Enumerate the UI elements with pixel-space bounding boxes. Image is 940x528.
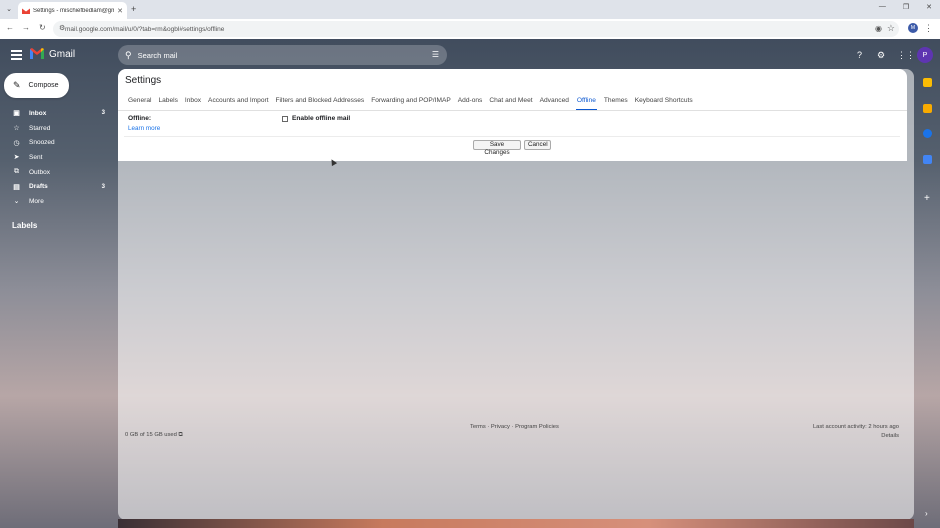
search-bar[interactable]: ⚲ Search mail ☰: [118, 45, 447, 65]
url-text: mail.google.com/mail/u/0/?tab=rm&ogbl#se…: [65, 25, 225, 33]
window-close-icon[interactable]: ✕: [926, 3, 932, 11]
tab-advanced[interactable]: Advanced: [540, 97, 569, 111]
search-input[interactable]: Search mail: [138, 51, 178, 60]
browser-tab[interactable]: Settings - mischiefbedlam@gm ✕: [18, 2, 127, 19]
main-menu-icon[interactable]: [11, 50, 22, 62]
sidebar-nav: ▣ Inbox 3 ☆ Starred ◷ Snoozed ➤ Sent ⧉ O…: [0, 106, 112, 209]
enable-offline-label[interactable]: Enable offline mail: [292, 115, 350, 122]
reload-icon[interactable]: ↻: [39, 23, 46, 32]
clock-icon: ◷: [13, 139, 20, 147]
tab-keyboard-shortcuts[interactable]: Keyboard Shortcuts: [635, 97, 693, 111]
save-button[interactable]: Save Changes: [473, 140, 521, 156]
actions-divider: [124, 136, 900, 137]
learn-more-link[interactable]: Learn more: [128, 125, 160, 132]
tab-general[interactable]: General: [128, 97, 151, 111]
gmail-wordmark: Gmail: [49, 49, 76, 60]
settings-tabs: General Labels Inbox Accounts and Import…: [128, 97, 693, 111]
account-avatar[interactable]: P: [917, 47, 933, 63]
window-controls: — ❐ ✕: [879, 3, 932, 11]
labels-heading: Labels: [12, 221, 38, 230]
expand-panel-icon[interactable]: ›: [925, 509, 928, 518]
gmail-logo-icon[interactable]: [30, 48, 44, 59]
sidebar-item-drafts[interactable]: ▤ Drafts 3: [0, 179, 112, 194]
apps-grid-icon[interactable]: ⋮⋮: [897, 50, 915, 61]
last-activity: Last account activity: 2 hours ago: [812, 424, 899, 430]
tab-offline[interactable]: Offline: [575, 97, 597, 111]
add-addon-icon[interactable]: +: [924, 193, 930, 204]
inbox-icon: ▣: [13, 110, 20, 118]
minimize-icon[interactable]: —: [879, 3, 886, 11]
draft-icon: ▤: [13, 183, 20, 191]
url-field[interactable]: ⚙ mail.google.com/mail/u/0/?tab=rm&ogbl#…: [53, 21, 899, 37]
tab-add-ons[interactable]: Add-ons: [458, 97, 483, 111]
gear-icon[interactable]: ⚙: [877, 50, 885, 61]
tasks-icon[interactable]: [923, 129, 932, 138]
eye-icon[interactable]: ◉: [875, 24, 882, 33]
gmail-favicon-icon: [21, 7, 31, 14]
browser-menu-icon[interactable]: ⋮: [924, 23, 933, 34]
sidebar-item-more[interactable]: ⌄ More: [0, 194, 112, 209]
compose-button[interactable]: ✎ Compose: [4, 73, 69, 98]
browser-profile-avatar[interactable]: M: [908, 23, 918, 33]
unread-count: 3: [101, 110, 105, 117]
star-icon: ☆: [13, 125, 20, 133]
sidebar-item-label: Starred: [29, 124, 51, 132]
tab-chat-and-meet[interactable]: Chat and Meet: [489, 97, 532, 111]
tab-title: Settings - mischiefbedlam@gm: [33, 7, 115, 14]
sidebar-item-label: More: [29, 197, 44, 205]
tab-themes[interactable]: Themes: [604, 97, 628, 111]
tab-forwarding[interactable]: Forwarding and POP/IMAP: [371, 97, 451, 111]
sidebar-item-label: Sent: [29, 153, 43, 161]
pencil-icon: ✎: [13, 80, 21, 90]
browser-tab-strip: ⌄ Settings - mischiefbedlam@gm ✕ + — ❐ ✕: [0, 0, 940, 19]
tab-inbox[interactable]: Inbox: [185, 97, 201, 111]
keep-icon[interactable]: [923, 104, 932, 113]
chevron-down-icon: ⌄: [13, 198, 20, 206]
sidebar-item-outbox[interactable]: ⧉ Outbox: [0, 165, 112, 180]
new-tab-icon[interactable]: +: [131, 4, 136, 14]
sidebar-item-snoozed[interactable]: ◷ Snoozed: [0, 135, 112, 150]
forward-icon[interactable]: →: [22, 23, 30, 32]
offline-setting-label: Offline:: [128, 115, 152, 122]
search-icon[interactable]: ⚲: [125, 50, 132, 61]
search-options-icon[interactable]: ☰: [432, 50, 439, 59]
sidebar-item-label: Outbox: [29, 168, 50, 176]
sidebar-item-label: Inbox: [29, 109, 47, 117]
tab-accounts-and-import[interactable]: Accounts and Import: [208, 97, 268, 111]
tab-labels[interactable]: Labels: [158, 97, 177, 111]
sidebar-item-inbox[interactable]: ▣ Inbox 3: [0, 106, 112, 121]
restore-icon[interactable]: ❐: [903, 3, 909, 11]
draft-count: 3: [101, 183, 105, 190]
gmail-header: Gmail ⚲ Search mail ☰ ? ⚙ ⋮⋮ P: [0, 39, 940, 71]
page-title: Settings: [125, 75, 162, 86]
tab-search-icon[interactable]: ⌄: [4, 4, 14, 14]
enable-offline-checkbox[interactable]: [282, 116, 288, 122]
cancel-button[interactable]: Cancel: [524, 140, 551, 150]
settings-card: Settings General Labels Inbox Accounts a…: [118, 69, 907, 161]
background-sunset-strip: [118, 519, 914, 528]
tabs-divider: [118, 110, 907, 111]
send-icon: ➤: [13, 154, 20, 162]
tab-filters[interactable]: Filters and Blocked Addresses: [276, 97, 365, 111]
storage-text: 0 GB of 15 GB used: [125, 432, 177, 438]
site-info-icon[interactable]: ⚙: [59, 24, 65, 32]
back-icon[interactable]: ←: [6, 23, 14, 32]
bookmark-star-icon[interactable]: ☆: [887, 23, 895, 34]
external-link-icon[interactable]: ⧉: [179, 432, 183, 438]
help-icon[interactable]: ?: [857, 50, 862, 60]
storage-usage: 0 GB of 15 GB used ⧉: [125, 432, 183, 439]
footer-links[interactable]: Terms · Privacy · Program Policies: [470, 424, 559, 430]
tab-close-icon[interactable]: ✕: [117, 7, 123, 15]
sidebar-item-sent[interactable]: ➤ Sent: [0, 150, 112, 165]
outbox-icon: ⧉: [14, 168, 19, 176]
calendar-icon[interactable]: [923, 78, 932, 87]
sidebar-item-starred[interactable]: ☆ Starred: [0, 121, 112, 136]
address-bar-row: ← → ↻ ⚙ mail.google.com/mail/u/0/?tab=rm…: [0, 19, 940, 39]
details-link[interactable]: Details: [850, 433, 899, 439]
contacts-icon[interactable]: [923, 155, 932, 164]
sidebar-item-label: Snoozed: [29, 139, 55, 147]
sidebar-item-label: Drafts: [29, 183, 48, 191]
compose-label: Compose: [28, 82, 59, 89]
